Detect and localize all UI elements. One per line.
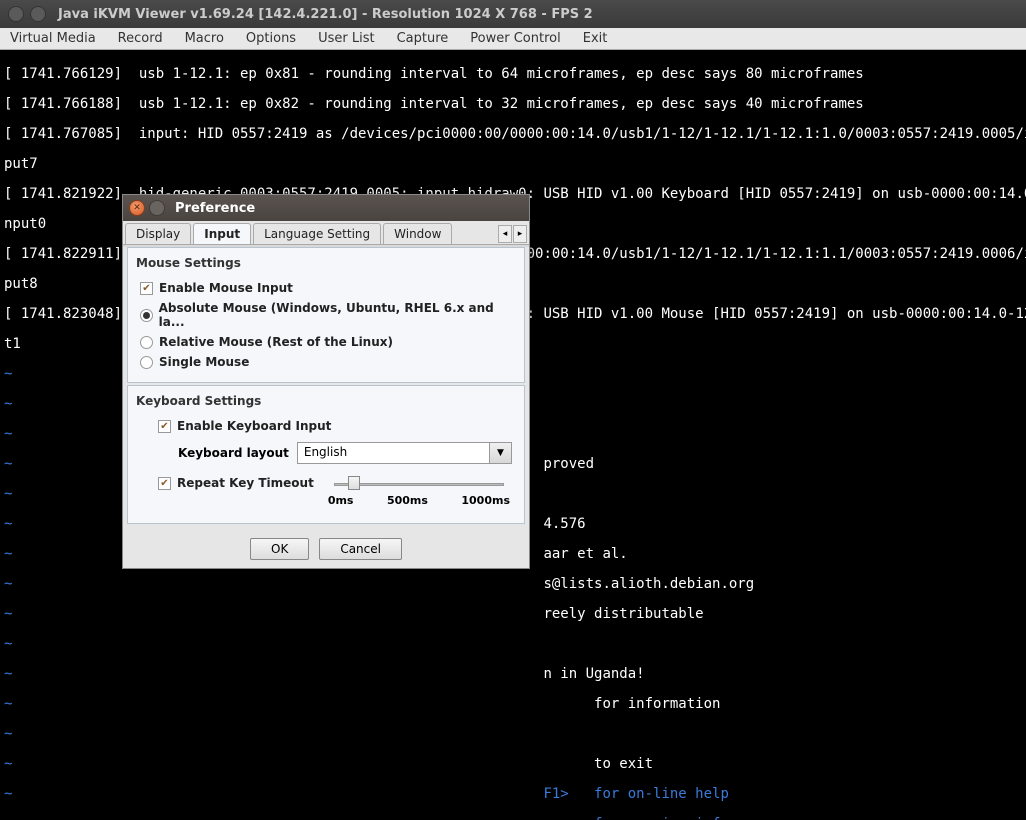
keyboard-layout-value: English: [298, 443, 489, 463]
menu-macro[interactable]: Macro: [185, 31, 224, 46]
dialog-titlebar[interactable]: ✕ Preference: [123, 195, 529, 221]
tab-window[interactable]: Window: [383, 223, 452, 244]
slider-thumb-icon[interactable]: [348, 476, 360, 490]
menu-power-control[interactable]: Power Control: [470, 31, 560, 46]
repeat-timeout-slider-area: 0ms 500ms 1000ms: [326, 476, 512, 507]
terminal-line: [ 1741.766129] usb 1-12.1: ep 0x81 - rou…: [4, 67, 1022, 82]
tab-scroll-left-icon[interactable]: ◂: [498, 225, 512, 243]
keyboard-layout-label: Keyboard layout: [178, 446, 289, 460]
dialog-tabs: Display Input Language Setting Window ◂ …: [123, 221, 529, 245]
chevron-down-icon[interactable]: ▼: [489, 443, 511, 463]
ok-button[interactable]: OK: [250, 538, 309, 560]
vim-tilde: ~ n in Uganda!: [4, 667, 1022, 682]
enable-mouse-label: Enable Mouse Input: [159, 281, 293, 295]
tab-display[interactable]: Display: [125, 223, 191, 244]
dialog-body: Mouse Settings ✔ Enable Mouse Input Abso…: [123, 247, 529, 530]
tab-scroll: ◂ ▸: [498, 225, 527, 243]
menu-options[interactable]: Options: [246, 31, 296, 46]
terminal-line: [ 1741.767085] input: HID 0557:2419 as /…: [4, 127, 1022, 142]
vim-tilde: ~: [4, 727, 1022, 742]
mouse-mode-single-row[interactable]: Single Mouse: [136, 352, 516, 372]
cancel-button[interactable]: Cancel: [319, 538, 402, 560]
mouse-settings-legend: Mouse Settings: [136, 254, 516, 272]
keyboard-settings-legend: Keyboard Settings: [136, 392, 516, 410]
dialog-minimize-icon[interactable]: [149, 200, 165, 216]
vim-tilde: ~ for information: [4, 697, 1022, 712]
mouse-mode-absolute-row[interactable]: Absolute Mouse (Windows, Ubuntu, RHEL 6.…: [136, 298, 516, 332]
vim-tilde: ~: [4, 637, 1022, 652]
dialog-title: Preference: [175, 201, 255, 216]
enable-keyboard-label: Enable Keyboard Input: [177, 419, 331, 433]
vim-tilde: ~ reely distributable: [4, 607, 1022, 622]
enable-keyboard-checkbox[interactable]: ✔: [158, 420, 171, 433]
vim-tilde: ~ s@lists.alioth.debian.org: [4, 577, 1022, 592]
repeat-timeout-slider[interactable]: [326, 476, 512, 494]
mouse-mode-absolute-label: Absolute Mouse (Windows, Ubuntu, RHEL 6.…: [159, 301, 512, 329]
repeat-timeout-label: Repeat Key Timeout: [177, 476, 314, 490]
tick-500ms: 500ms: [387, 494, 428, 507]
window-minimize-icon[interactable]: [30, 6, 46, 22]
window-close-icon[interactable]: [8, 6, 24, 22]
dialog-close-icon[interactable]: ✕: [129, 200, 145, 216]
menu-capture[interactable]: Capture: [397, 31, 449, 46]
mouse-mode-single-radio[interactable]: [140, 356, 153, 369]
mouse-mode-relative-row[interactable]: Relative Mouse (Rest of the Linux): [136, 332, 516, 352]
mouse-mode-single-label: Single Mouse: [159, 355, 249, 369]
enable-keyboard-row[interactable]: ✔ Enable Keyboard Input: [154, 416, 516, 436]
menu-exit[interactable]: Exit: [583, 31, 608, 46]
vim-tilde: ~ F1> for on-line help: [4, 787, 1022, 802]
tab-input[interactable]: Input: [193, 223, 251, 244]
mouse-settings-group: Mouse Settings ✔ Enable Mouse Input Abso…: [127, 247, 525, 383]
mouse-mode-relative-label: Relative Mouse (Rest of the Linux): [159, 335, 393, 349]
menu-virtual-media[interactable]: Virtual Media: [10, 31, 96, 46]
tab-scroll-right-icon[interactable]: ▸: [513, 225, 527, 243]
terminal-line: put7: [4, 157, 1022, 172]
keyboard-layout-row: Keyboard layout English ▼: [136, 436, 516, 470]
mouse-mode-relative-radio[interactable]: [140, 336, 153, 349]
menu-user-list[interactable]: User List: [318, 31, 375, 46]
terminal-line: [ 1741.766188] usb 1-12.1: ep 0x82 - rou…: [4, 97, 1022, 112]
dialog-buttons: OK Cancel: [123, 530, 529, 568]
tick-0ms: 0ms: [328, 494, 354, 507]
mouse-mode-absolute-radio[interactable]: [140, 309, 153, 322]
vim-tilde: ~ to exit: [4, 757, 1022, 772]
tick-1000ms: 1000ms: [461, 494, 510, 507]
menu-record[interactable]: Record: [118, 31, 163, 46]
keyboard-settings-group: Keyboard Settings ✔ Enable Keyboard Inpu…: [127, 385, 525, 524]
preference-dialog: ✕ Preference Display Input Language Sett…: [122, 194, 530, 569]
menubar: Virtual Media Record Macro Options User …: [0, 28, 1026, 50]
repeat-timeout-row: ✔ Repeat Key Timeout 0ms 500ms 1000ms: [136, 470, 516, 513]
enable-mouse-checkbox[interactable]: ✔: [140, 282, 153, 295]
repeat-timeout-check-row[interactable]: ✔ Repeat Key Timeout: [158, 476, 314, 490]
slider-ticks: 0ms 500ms 1000ms: [326, 494, 512, 507]
repeat-timeout-checkbox[interactable]: ✔: [158, 477, 171, 490]
window-titlebar: Java iKVM Viewer v1.69.24 [142.4.221.0] …: [0, 0, 1026, 28]
tab-language-setting[interactable]: Language Setting: [253, 223, 381, 244]
enable-mouse-row[interactable]: ✔ Enable Mouse Input: [136, 278, 516, 298]
window-title: Java iKVM Viewer v1.69.24 [142.4.221.0] …: [58, 7, 593, 22]
keyboard-layout-select[interactable]: English ▼: [297, 442, 512, 464]
